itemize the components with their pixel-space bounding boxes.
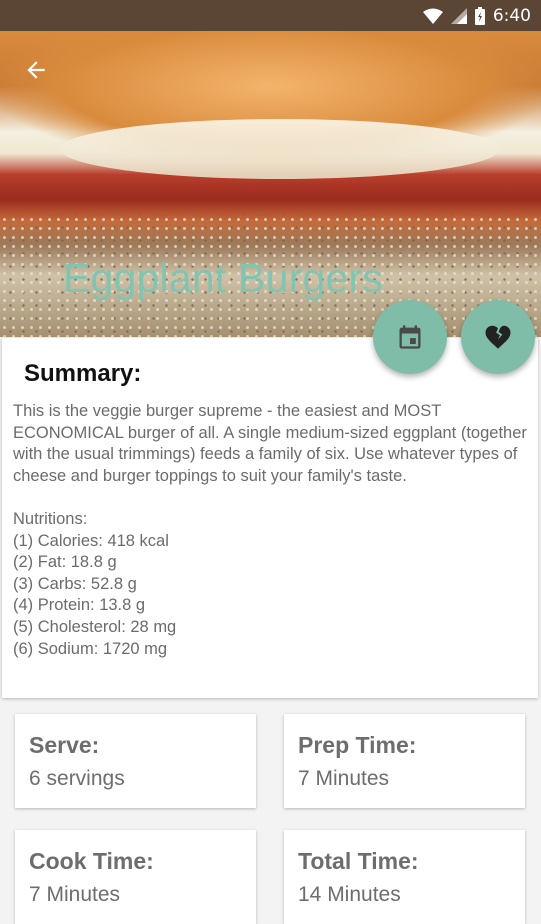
summary-text: This is the veggie burger supreme - the … (13, 402, 527, 658)
battery-icon (474, 6, 485, 25)
add-to-calendar-button[interactable] (373, 300, 447, 374)
prep-time-label: Prep Time: (298, 732, 417, 758)
total-time-value: 14 Minutes (298, 883, 401, 906)
recipe-title: Eggplant Burgers (63, 255, 384, 301)
wifi-icon (422, 8, 443, 24)
cook-time-label: Cook Time: (29, 848, 154, 874)
status-time: 6:40 (492, 5, 531, 26)
arrow-back-icon (27, 61, 45, 79)
total-time-card: Total Time: 14 Minutes (284, 830, 525, 924)
calendar-icon (399, 325, 421, 349)
serve-card: Serve: 6 servings (15, 714, 256, 808)
cook-time-card: Cook Time: 7 Minutes (15, 830, 256, 924)
prep-time-value: 7 Minutes (298, 767, 390, 790)
summary-card: Summary: This is the veggie burger supre… (2, 338, 538, 698)
cook-time-value: 7 Minutes (29, 883, 121, 906)
signal-icon (450, 7, 467, 24)
heart-broken-icon (485, 325, 511, 349)
hero-image-detail (60, 119, 500, 179)
favorite-button[interactable] (461, 300, 535, 374)
back-button[interactable] (18, 52, 54, 88)
summary-heading: Summary: (24, 360, 142, 387)
prep-time-card: Prep Time: 7 Minutes (284, 714, 525, 808)
serve-label: Serve: (29, 732, 100, 758)
total-time-label: Total Time: (298, 848, 419, 874)
status-bar: 6:40 (0, 0, 541, 31)
serve-value: 6 servings (29, 767, 125, 790)
